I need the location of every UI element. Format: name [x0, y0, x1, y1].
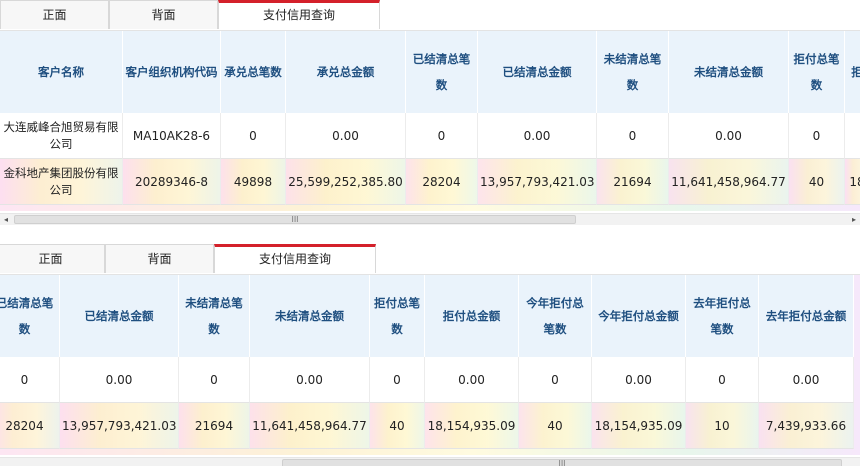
scroll-thumb[interactable]: III: [282, 459, 842, 466]
col-header-accept-amount: 承兑总金额: [286, 31, 406, 113]
cell-refused-amount: 0.00: [425, 357, 519, 403]
scroll-thumb[interactable]: III: [14, 215, 576, 224]
credit-table: 已结清总笔数 已结清总金额 未结清总笔数 未结清总金额 拒付总笔数 拒付总金额 …: [0, 275, 854, 449]
cell-settled-amount: 0.00: [478, 113, 597, 159]
cell-accept-amount: 25,599,252,385.80: [286, 159, 406, 205]
cell-last-year-refused-amount: 0.00: [759, 357, 854, 403]
cell-settled-amount: 0.00: [60, 357, 179, 403]
cell-unsettled-count: 21694: [597, 159, 669, 205]
credit-panel-top: 正面 背面 支付信用查询 客户名称 客户组织机构代码 承兑总笔数 承兑总金额 已…: [0, 0, 860, 232]
col-header-customer-name: 客户名称: [0, 31, 123, 113]
credit-table: 客户名称 客户组织机构代码 承兑总笔数 承兑总金额 已结清总笔数 已结清总金额 …: [0, 31, 860, 205]
col-header-settled-amount: 已结清总金额: [60, 275, 179, 357]
tab-front[interactable]: 正面: [0, 244, 105, 273]
col-header-refused-amount: 拒付总金额: [425, 275, 519, 357]
credit-panel-bottom: 正面 背面 支付信用查询 已结清总笔数 已结清总金额 未结清总笔数 未结清总金额…: [0, 244, 860, 466]
cell-org-code: 20289346-8: [123, 159, 221, 205]
col-header-settled-count: 已结清总笔数: [406, 31, 478, 113]
credit-table-container: 客户名称 客户组织机构代码 承兑总笔数 承兑总金额 已结清总笔数 已结清总金额 …: [0, 31, 860, 211]
cell-unsettled-amount: 11,641,458,964.77: [669, 159, 789, 205]
cell-refused-amount: 18: [845, 159, 860, 205]
cell-refused-amount: [845, 113, 860, 159]
cell-settled-count: 28204: [0, 403, 60, 449]
scroll-left-icon[interactable]: ◂: [0, 214, 12, 226]
horizontal-scrollbar[interactable]: ◂ III ▸: [0, 213, 860, 225]
cell-settled-amount: 13,957,793,421.03: [478, 159, 597, 205]
cell-refused-count: 0: [789, 113, 845, 159]
col-header-unsettled-amount: 未结清总金额: [250, 275, 370, 357]
cell-unsettled-amount: 0.00: [669, 113, 789, 159]
tab-bar: 正面 背面 支付信用查询: [0, 244, 376, 274]
cell-settled-count: 0: [0, 357, 60, 403]
cell-last-year-refused-count: 0: [686, 357, 759, 403]
cell-refused-count: 40: [370, 403, 425, 449]
credit-table-container: 已结清总笔数 已结清总金额 未结清总笔数 未结清总金额 拒付总笔数 拒付总金额 …: [0, 275, 860, 455]
cell-unsettled-count: 0: [597, 113, 669, 159]
cell-customer-name: 大连威峰合旭贸易有限公司: [0, 113, 123, 159]
col-header-refused-amount: 拒: [845, 31, 860, 113]
col-header-accept-count: 承兑总笔数: [221, 31, 286, 113]
cell-this-year-refused-amount: 0.00: [592, 357, 686, 403]
cell-refused-count: 40: [789, 159, 845, 205]
cell-unsettled-amount: 0.00: [250, 357, 370, 403]
table-row: 大连威峰合旭贸易有限公司 MA10AK28-6 0 0.00 0 0.00 0 …: [0, 113, 860, 159]
cell-accept-count: 0: [221, 113, 286, 159]
tab-payment-credit-query[interactable]: 支付信用查询: [218, 0, 380, 29]
col-header-last-year-refused-amount: 去年拒付总金额: [759, 275, 854, 357]
col-header-this-year-refused-amount: 今年拒付总金额: [592, 275, 686, 357]
col-header-unsettled-amount: 未结清总金额: [669, 31, 789, 113]
table-row: 金科地产集团股份有限公司 20289346-8 49898 25,599,252…: [0, 159, 860, 205]
col-header-this-year-refused-count: 今年拒付总笔数: [519, 275, 592, 357]
cell-settled-count: 0: [406, 113, 478, 159]
cell-customer-name: 金科地产集团股份有限公司: [0, 159, 123, 205]
cell-refused-amount: 18,154,935.09: [425, 403, 519, 449]
col-header-unsettled-count: 未结清总笔数: [179, 275, 250, 357]
col-header-org-code: 客户组织机构代码: [123, 31, 221, 113]
col-header-refused-count: 拒付总笔数: [789, 31, 845, 113]
cell-refused-count: 0: [370, 357, 425, 403]
horizontal-scrollbar[interactable]: III: [0, 457, 860, 466]
col-header-settled-count: 已结清总笔数: [0, 275, 60, 357]
table-row: 28204 13,957,793,421.03 21694 11,641,458…: [0, 403, 854, 449]
table-header-row: 客户名称 客户组织机构代码 承兑总笔数 承兑总金额 已结清总笔数 已结清总金额 …: [0, 31, 860, 113]
scroll-right-icon[interactable]: ▸: [848, 214, 860, 226]
cell-settled-count: 28204: [406, 159, 478, 205]
tab-back[interactable]: 背面: [105, 244, 214, 273]
cell-this-year-refused-amount: 18,154,935.09: [592, 403, 686, 449]
col-header-settled-amount: 已结清总金额: [478, 31, 597, 113]
cell-org-code: MA10AK28-6: [123, 113, 221, 159]
table-header-row: 已结清总笔数 已结清总金额 未结清总笔数 未结清总金额 拒付总笔数 拒付总金额 …: [0, 275, 854, 357]
table-row: 0 0.00 0 0.00 0 0.00 0 0.00 0 0.00: [0, 357, 854, 403]
cell-accept-amount: 0.00: [286, 113, 406, 159]
col-header-refused-count: 拒付总笔数: [370, 275, 425, 357]
cell-unsettled-amount: 11,641,458,964.77: [250, 403, 370, 449]
tab-front[interactable]: 正面: [0, 0, 109, 29]
cell-unsettled-count: 21694: [179, 403, 250, 449]
cell-unsettled-count: 0: [179, 357, 250, 403]
col-header-unsettled-count: 未结清总笔数: [597, 31, 669, 113]
tab-payment-credit-query[interactable]: 支付信用查询: [214, 244, 376, 273]
tab-back[interactable]: 背面: [109, 0, 218, 29]
tab-bar: 正面 背面 支付信用查询: [0, 0, 380, 30]
col-header-last-year-refused-count: 去年拒付总笔数: [686, 275, 759, 357]
cell-last-year-refused-count: 10: [686, 403, 759, 449]
cell-settled-amount: 13,957,793,421.03: [60, 403, 179, 449]
cell-this-year-refused-count: 40: [519, 403, 592, 449]
cell-this-year-refused-count: 0: [519, 357, 592, 403]
cell-accept-count: 49898: [221, 159, 286, 205]
cell-last-year-refused-amount: 7,439,933.66: [759, 403, 854, 449]
